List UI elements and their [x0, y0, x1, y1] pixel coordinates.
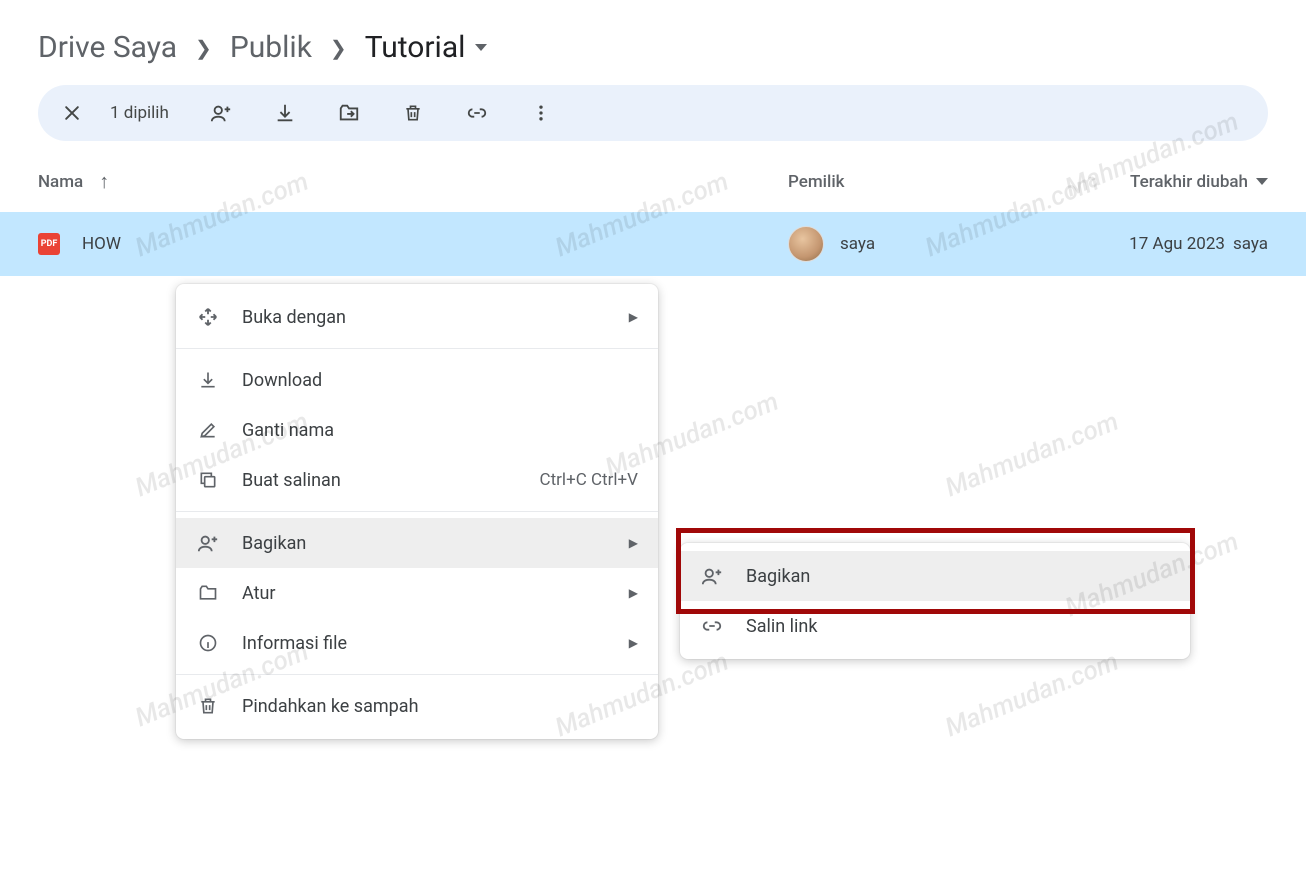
share-icon: [700, 565, 724, 587]
breadcrumb-root[interactable]: Drive Saya: [38, 30, 177, 65]
submenu-share-label: Bagikan: [746, 566, 1170, 587]
header-modified[interactable]: Terakhir diubah: [1130, 172, 1248, 192]
chevron-right-icon: ❯: [330, 36, 347, 60]
share-icon: [196, 532, 220, 554]
menu-rename-label: Ganti nama: [242, 420, 638, 441]
owner-name: saya: [840, 234, 875, 254]
caret-down-icon: [475, 44, 487, 51]
modified-date: 17 Agu 2023: [1129, 234, 1225, 254]
breadcrumb-mid[interactable]: Publik: [230, 30, 312, 65]
menu-download[interactable]: Download: [176, 355, 658, 405]
menu-separator: [176, 674, 658, 675]
trash-icon: [196, 696, 220, 716]
owner-avatar: [788, 226, 824, 262]
selection-count: 1 dipilih: [110, 103, 169, 123]
table-header: Nama ↑ Pemilik Terakhir diubah: [0, 141, 1306, 212]
menu-separator: [176, 348, 658, 349]
menu-make-copy[interactable]: Buat salinan Ctrl+C Ctrl+V: [176, 455, 658, 505]
menu-share-label: Bagikan: [242, 533, 638, 554]
copy-icon: [196, 470, 220, 490]
menu-trash-label: Pindahkan ke sampah: [242, 696, 638, 717]
context-menu: Buka dengan ▶ Download Ganti nama Buat s…: [176, 284, 658, 739]
submenu-share[interactable]: Bagikan: [680, 551, 1190, 601]
chevron-right-icon: ▶: [629, 636, 638, 650]
folder-icon: [196, 583, 220, 603]
submenu-copy-link-label: Salin link: [746, 616, 1170, 637]
menu-separator: [176, 511, 658, 512]
menu-share[interactable]: Bagikan ▶: [176, 518, 658, 568]
sort-arrow-up-icon[interactable]: ↑: [99, 169, 109, 194]
watermark: Mahmudan.com: [941, 407, 1123, 504]
header-name[interactable]: Nama: [38, 172, 83, 192]
menu-organize-label: Atur: [242, 583, 638, 604]
share-button[interactable]: [201, 93, 241, 133]
menu-make-copy-shortcut: Ctrl+C Ctrl+V: [540, 470, 638, 490]
modified-by: saya: [1233, 234, 1268, 254]
selection-toolbar: 1 dipilih: [38, 85, 1268, 141]
chevron-right-icon: ❯: [195, 36, 212, 60]
watermark: Mahmudan.com: [941, 647, 1123, 744]
close-selection-button[interactable]: [52, 93, 92, 133]
menu-file-info-label: Informasi file: [242, 633, 638, 654]
menu-organize[interactable]: Atur ▶: [176, 568, 658, 618]
submenu-copy-link[interactable]: Salin link: [680, 601, 1190, 651]
file-name: HOW: [82, 234, 121, 254]
chevron-right-icon: ▶: [629, 536, 638, 550]
chevron-right-icon: ▶: [629, 310, 638, 324]
menu-rename[interactable]: Ganti nama: [176, 405, 658, 455]
breadcrumb: Drive Saya ❯ Publik ❯ Tutorial: [0, 0, 1306, 85]
move-button[interactable]: [329, 93, 369, 133]
get-link-button[interactable]: [457, 93, 497, 133]
menu-open-with-label: Buka dengan: [242, 307, 638, 328]
breadcrumb-current-label: Tutorial: [365, 30, 466, 65]
share-submenu: Bagikan Salin link: [680, 543, 1190, 659]
chevron-right-icon: ▶: [629, 586, 638, 600]
breadcrumb-current[interactable]: Tutorial: [365, 30, 488, 65]
download-button[interactable]: [265, 93, 305, 133]
more-options-button[interactable]: [521, 93, 561, 133]
caret-down-icon: [1256, 178, 1268, 185]
menu-download-label: Download: [242, 370, 638, 391]
menu-trash[interactable]: Pindahkan ke sampah: [176, 681, 658, 731]
menu-make-copy-label: Buat salinan: [242, 470, 518, 491]
header-owner[interactable]: Pemilik: [788, 172, 1098, 192]
delete-button[interactable]: [393, 93, 433, 133]
rename-icon: [196, 420, 220, 440]
download-icon: [196, 370, 220, 390]
menu-open-with[interactable]: Buka dengan ▶: [176, 292, 658, 342]
open-with-icon: [196, 306, 220, 328]
info-icon: [196, 633, 220, 653]
link-icon: [700, 615, 724, 637]
pdf-file-icon: PDF: [38, 233, 60, 255]
menu-file-info[interactable]: Informasi file ▶: [176, 618, 658, 668]
file-row[interactable]: PDF HOW saya 17 Agu 2023 saya: [0, 212, 1306, 276]
